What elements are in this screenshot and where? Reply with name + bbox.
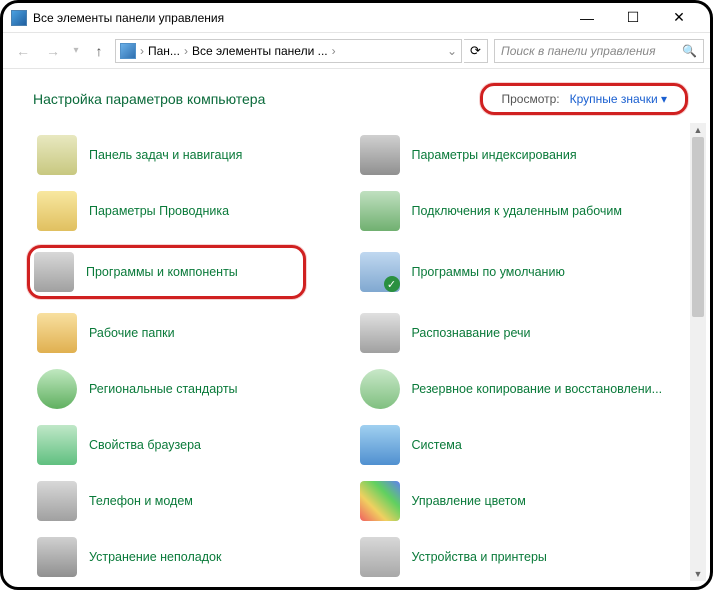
scroll-up-icon[interactable]: ▲ [690, 123, 706, 137]
control-panel-item[interactable]: Система [356, 423, 669, 467]
item-label: Подключения к удаленным рабочим [412, 203, 623, 219]
control-panel-item[interactable]: Управление цветом [356, 479, 669, 523]
item-label: Параметры Проводника [89, 203, 229, 219]
taskbar-icon [37, 135, 77, 175]
control-panel-item[interactable]: Резервное копирование и восстановлени... [356, 367, 669, 411]
control-panel-item[interactable]: Подключения к удаленным рабочим [356, 189, 669, 233]
remote-icon [360, 191, 400, 231]
explorer-icon [37, 191, 77, 231]
item-label: Панель задач и навигация [89, 147, 242, 163]
region-icon [37, 369, 77, 409]
item-label: Устранение неполадок [89, 549, 221, 565]
backup-icon [360, 369, 400, 409]
history-dropdown[interactable]: ▾ [69, 37, 83, 65]
item-label: Параметры индексирования [412, 147, 577, 163]
titlebar: Все элементы панели управления — ☐ ✕ [3, 3, 710, 33]
programs-icon [34, 252, 74, 292]
control-panel-icon [11, 10, 27, 26]
control-panel-item[interactable]: Программы по умолчанию [356, 245, 669, 299]
control-panel-item[interactable]: Рабочие папки [33, 311, 346, 355]
control-panel-item[interactable]: Программы и компоненты [27, 245, 306, 299]
up-button[interactable]: ↑ [85, 37, 113, 65]
control-panel-item[interactable]: Устройства и принтеры [356, 535, 669, 579]
item-label: Рабочие папки [89, 325, 175, 341]
item-label: Распознавание речи [412, 325, 531, 341]
item-label: Программы и компоненты [86, 264, 238, 280]
control-panel-item[interactable]: Устранение неполадок [33, 535, 346, 579]
search-input[interactable]: Поиск в панели управления 🔍 [494, 39, 704, 63]
browser-icon [37, 425, 77, 465]
control-panel-item[interactable]: Региональные стандарты [33, 367, 346, 411]
scroll-down-icon[interactable]: ▼ [690, 567, 706, 581]
address-dropdown-icon[interactable]: ⌄ [447, 44, 457, 58]
chevron-icon: › [184, 44, 188, 58]
control-panel-item[interactable]: Параметры индексирования [356, 133, 669, 177]
window-title: Все элементы панели управления [33, 11, 564, 25]
devices-icon [360, 537, 400, 577]
back-button[interactable]: ← [9, 37, 37, 65]
refresh-button[interactable]: ⟳ [464, 39, 488, 63]
maximize-button[interactable]: ☐ [610, 3, 656, 33]
color-icon [360, 481, 400, 521]
control-panel-item[interactable]: Параметры Проводника [33, 189, 346, 233]
phone-icon [37, 481, 77, 521]
speech-icon [360, 313, 400, 353]
item-label: Управление цветом [412, 493, 526, 509]
chevron-icon: › [140, 44, 144, 58]
navbar: ← → ▾ ↑ › Пан... › Все элементы панели .… [3, 33, 710, 69]
default-icon [360, 252, 400, 292]
search-placeholder: Поиск в панели управления [501, 44, 676, 58]
close-button[interactable]: ✕ [656, 3, 702, 33]
address-bar[interactable]: › Пан... › Все элементы панели ... › ⌄ [115, 39, 462, 63]
heading-row: Настройка параметров компьютера Просмотр… [33, 83, 688, 115]
items-grid: Панель задач и навигация Параметры индекс… [33, 133, 688, 579]
item-label: Устройства и принтеры [412, 549, 547, 565]
item-label: Резервное копирование и восстановлени... [412, 381, 663, 397]
item-label: Программы по умолчанию [412, 264, 565, 280]
item-label: Свойства браузера [89, 437, 201, 453]
folders-icon [37, 313, 77, 353]
forward-button[interactable]: → [39, 37, 67, 65]
control-panel-item[interactable]: Телефон и модем [33, 479, 346, 523]
breadcrumb[interactable]: Пан... [148, 44, 180, 58]
troubleshoot-icon [37, 537, 77, 577]
system-icon [360, 425, 400, 465]
control-panel-item[interactable]: Распознавание речи [356, 311, 669, 355]
view-selector-highlight: Просмотр: Крупные значки [480, 83, 688, 115]
window-controls: — ☐ ✕ [564, 3, 702, 33]
view-dropdown[interactable]: Крупные значки [570, 92, 667, 106]
breadcrumb[interactable]: Все элементы панели ... [192, 44, 328, 58]
control-panel-item[interactable]: Свойства браузера [33, 423, 346, 467]
content-area: Настройка параметров компьютера Просмотр… [3, 69, 710, 587]
address-icon [120, 43, 136, 59]
item-label: Телефон и модем [89, 493, 193, 509]
item-label: Региональные стандарты [89, 381, 238, 397]
minimize-button[interactable]: — [564, 3, 610, 33]
control-panel-item[interactable]: Панель задач и навигация [33, 133, 346, 177]
chevron-icon: › [332, 44, 336, 58]
scrollbar[interactable]: ▲ ▼ [690, 123, 706, 581]
search-icon: 🔍 [682, 44, 697, 58]
index-icon [360, 135, 400, 175]
view-label: Просмотр: [501, 92, 559, 106]
page-title: Настройка параметров компьютера [33, 91, 480, 107]
item-label: Система [412, 437, 462, 453]
scrollbar-thumb[interactable] [692, 137, 704, 317]
